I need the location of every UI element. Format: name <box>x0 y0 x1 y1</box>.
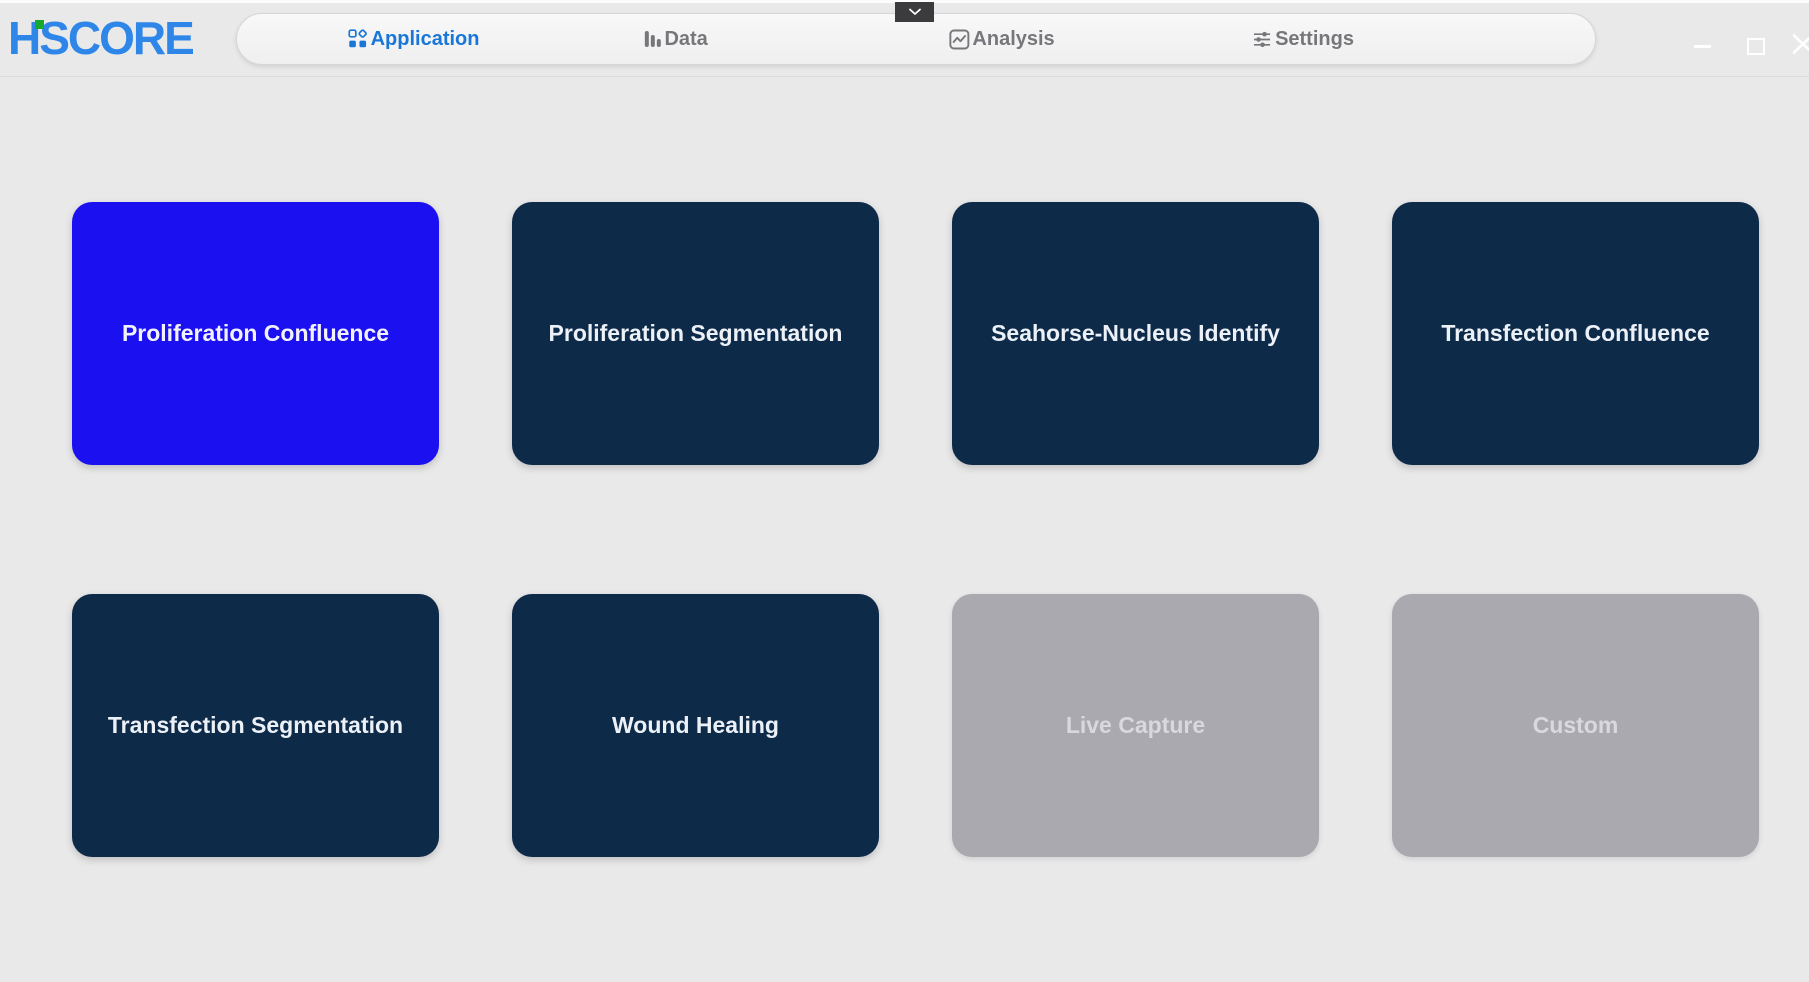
titlebar-divider <box>0 76 1809 77</box>
tile-label: Live Capture <box>1066 712 1205 739</box>
tab-application-label: Application <box>371 28 480 51</box>
tile-transfection-segmentation[interactable]: Transfection Segmentation <box>72 594 439 857</box>
tile-transfection-confluence[interactable]: Transfection Confluence <box>1392 202 1759 465</box>
tab-application[interactable]: Application <box>348 14 480 64</box>
tile-label: Transfection Confluence <box>1441 320 1709 347</box>
app-grid-icon <box>348 29 368 49</box>
tab-data[interactable]: Data <box>643 14 707 64</box>
collapse-toolbar-button[interactable] <box>895 2 934 22</box>
tile-seahorse-nucleus-identify[interactable]: Seahorse-Nucleus Identify <box>952 202 1319 465</box>
minimize-button[interactable] <box>1694 45 1711 48</box>
application-tile-grid: Proliferation Confluence Proliferation S… <box>72 202 1759 857</box>
tile-label: Proliferation Confluence <box>122 320 389 347</box>
maximize-button[interactable] <box>1747 38 1765 55</box>
logo-green-dot-icon <box>35 20 44 29</box>
sliders-icon <box>1252 29 1272 49</box>
tile-live-capture[interactable]: Live Capture <box>952 594 1319 857</box>
line-chart-icon <box>948 29 969 50</box>
tile-label: Seahorse-Nucleus Identify <box>991 320 1280 347</box>
tab-settings[interactable]: Settings <box>1252 14 1354 64</box>
close-button[interactable] <box>1792 34 1809 54</box>
tile-label: Proliferation Segmentation <box>549 320 843 347</box>
tile-proliferation-segmentation[interactable]: Proliferation Segmentation <box>512 202 879 465</box>
tile-custom[interactable]: Custom <box>1392 594 1759 857</box>
close-icon <box>1792 34 1809 54</box>
app-logo: HSCORE <box>8 12 193 64</box>
tab-data-label: Data <box>664 28 707 51</box>
tile-label: Wound Healing <box>612 712 779 739</box>
tile-proliferation-confluence[interactable]: Proliferation Confluence <box>72 202 439 465</box>
tile-label: Custom <box>1533 712 1619 739</box>
chevron-down-icon <box>908 8 922 16</box>
tab-settings-label: Settings <box>1275 28 1354 51</box>
bar-chart-icon <box>643 29 661 49</box>
tile-label: Transfection Segmentation <box>108 712 403 739</box>
tile-wound-healing[interactable]: Wound Healing <box>512 594 879 857</box>
tab-analysis[interactable]: Analysis <box>948 14 1054 64</box>
tab-analysis-label: Analysis <box>972 28 1054 51</box>
